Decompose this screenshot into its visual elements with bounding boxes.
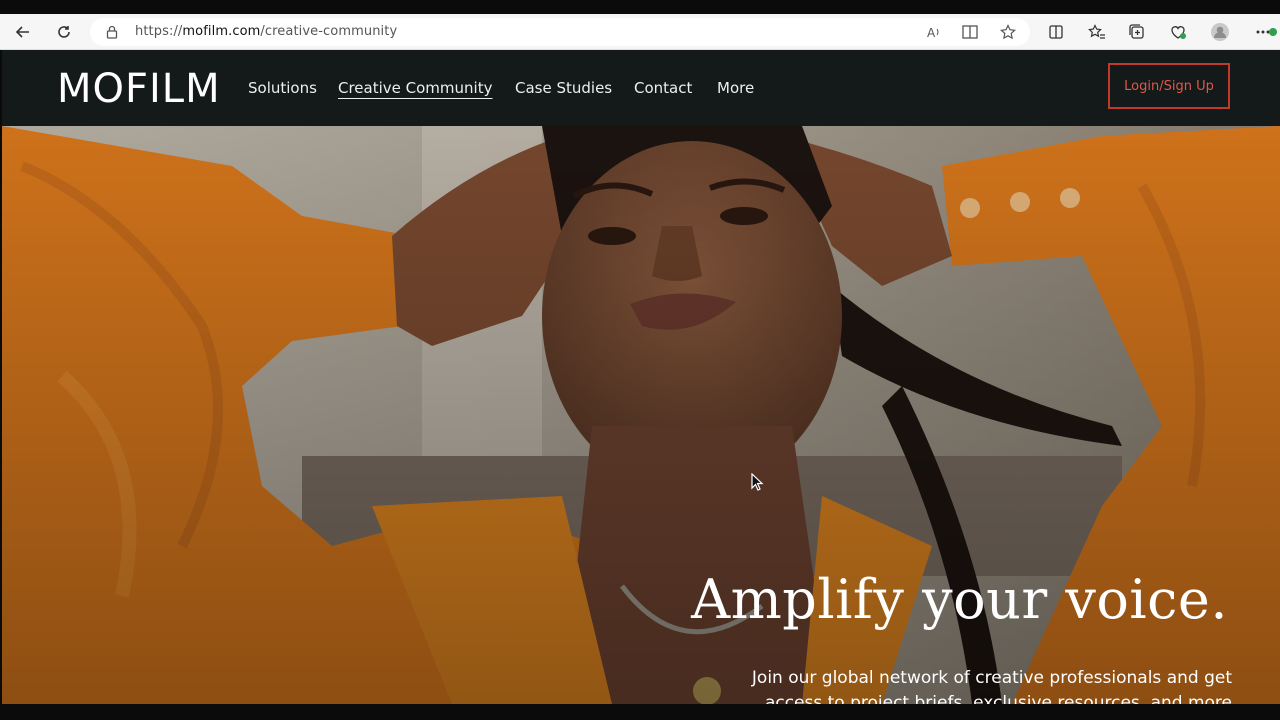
browser-essentials-icon[interactable]	[1164, 14, 1192, 50]
login-signup-button[interactable]: Login/Sign Up	[1108, 63, 1230, 109]
svg-text:A: A	[927, 26, 936, 40]
mofilm-logo[interactable]: MOFILM	[57, 66, 221, 112]
reload-icon[interactable]	[50, 14, 78, 50]
hero-headline: Amplify your voice.	[691, 568, 1228, 631]
favorite-icon[interactable]	[994, 14, 1022, 50]
hero-banner: Amplify your voice. Join our global netw…	[2, 126, 1280, 704]
profile-icon[interactable]	[1206, 14, 1234, 50]
nav-item-solutions[interactable]: Solutions	[248, 79, 317, 97]
nav-item-creative-community[interactable]: Creative Community	[338, 79, 492, 97]
top-letterbox	[0, 0, 1280, 14]
site-header: MOFILM Solutions Creative Community Case…	[2, 50, 1280, 126]
split-screen-icon[interactable]	[1042, 14, 1070, 50]
more-icon[interactable]	[1252, 14, 1280, 50]
immersive-reader-icon[interactable]	[956, 14, 984, 50]
hero-subtext: Join our global network of creative prof…	[751, 668, 1232, 704]
url-text[interactable]: https://mofilm.com/creative-community	[135, 24, 397, 39]
read-aloud-icon[interactable]: A	[920, 14, 948, 50]
back-icon[interactable]	[9, 14, 37, 50]
address-bar[interactable]: https://mofilm.com/creative-community A	[90, 18, 1030, 46]
bottom-letterbox	[0, 704, 1280, 720]
browser-toolbar: https://mofilm.com/creative-community A	[0, 14, 1280, 50]
favorites-icon[interactable]	[1083, 14, 1111, 50]
nav-item-case-studies[interactable]: Case Studies	[515, 79, 612, 97]
mouse-cursor-icon	[751, 473, 764, 491]
lock-icon[interactable]	[106, 25, 118, 44]
nav-item-contact[interactable]: Contact	[634, 79, 692, 97]
nav-item-more[interactable]: More	[717, 79, 754, 97]
collections-icon[interactable]	[1123, 14, 1151, 50]
